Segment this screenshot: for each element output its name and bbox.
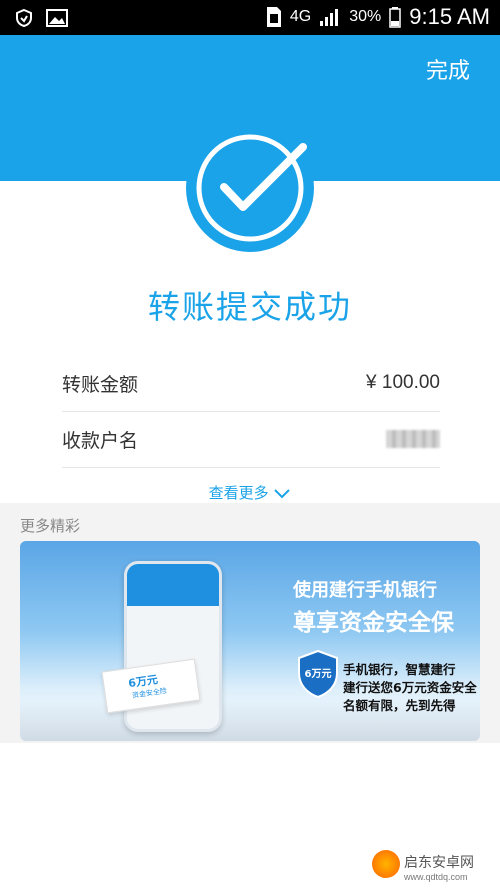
image-icon (46, 9, 68, 27)
amount-value: ¥ 100.00 (366, 372, 440, 393)
amount-label: 转账金额 (62, 373, 139, 396)
status-icons-left (14, 8, 68, 28)
signal-icon (320, 9, 339, 26)
status-bar: 4G 30% 9:15 AM (0, 0, 500, 35)
payee-row: 收款户名 (62, 411, 440, 468)
watermark-text: 启东安卓网 (404, 855, 474, 871)
more-section: 更多精彩 6万元 资金安全险 6万元 使用建行手机银行 尊享资金安全保 手机银行… (0, 503, 500, 743)
sim-card-icon (266, 7, 281, 27)
phone-app-header (127, 564, 219, 606)
result-title: 转账提交成功 (147, 288, 352, 326)
promo-banner[interactable]: 6万元 资金安全险 6万元 使用建行手机银行 尊享资金安全保 手机银行，智慧建行… (20, 541, 480, 741)
banner-headline-2: 尊享资金安全保 (293, 610, 454, 636)
view-more-link[interactable]: 查看更多 (0, 482, 500, 503)
status-icons-right: 4G 30% 9:15 AM (266, 4, 490, 30)
battery-icon (389, 7, 402, 28)
payee-name-blurred (386, 430, 440, 448)
banner-headline-1: 使用建行手机银行 (293, 580, 437, 601)
banner-line-3: 名额有限，先到先得 (343, 698, 456, 713)
chevron-down-icon (274, 488, 291, 498)
security-shield-icon: 6万元 (298, 649, 338, 699)
clock: 9:15 AM (409, 4, 490, 29)
banner-line-2: 建行送您6万元资金安全 (343, 680, 477, 695)
shield-text: 6万元 (305, 668, 332, 680)
battery-percent: 30% (349, 8, 382, 25)
network-type: 4G (289, 8, 312, 25)
view-more-label: 查看更多 (208, 484, 269, 502)
watermark-logo (372, 850, 400, 878)
watermark-url: www.qdtdq.com (404, 872, 468, 882)
success-check-icon (186, 124, 314, 252)
shield-check-icon (16, 8, 32, 28)
banner-line-1: 手机银行，智慧建行 (343, 662, 456, 677)
amount-row: 转账金额 ¥ 100.00 (62, 355, 440, 412)
more-section-label: 更多精彩 (20, 517, 81, 535)
payee-label: 收款户名 (62, 429, 139, 452)
done-button[interactable]: 完成 (426, 53, 470, 85)
